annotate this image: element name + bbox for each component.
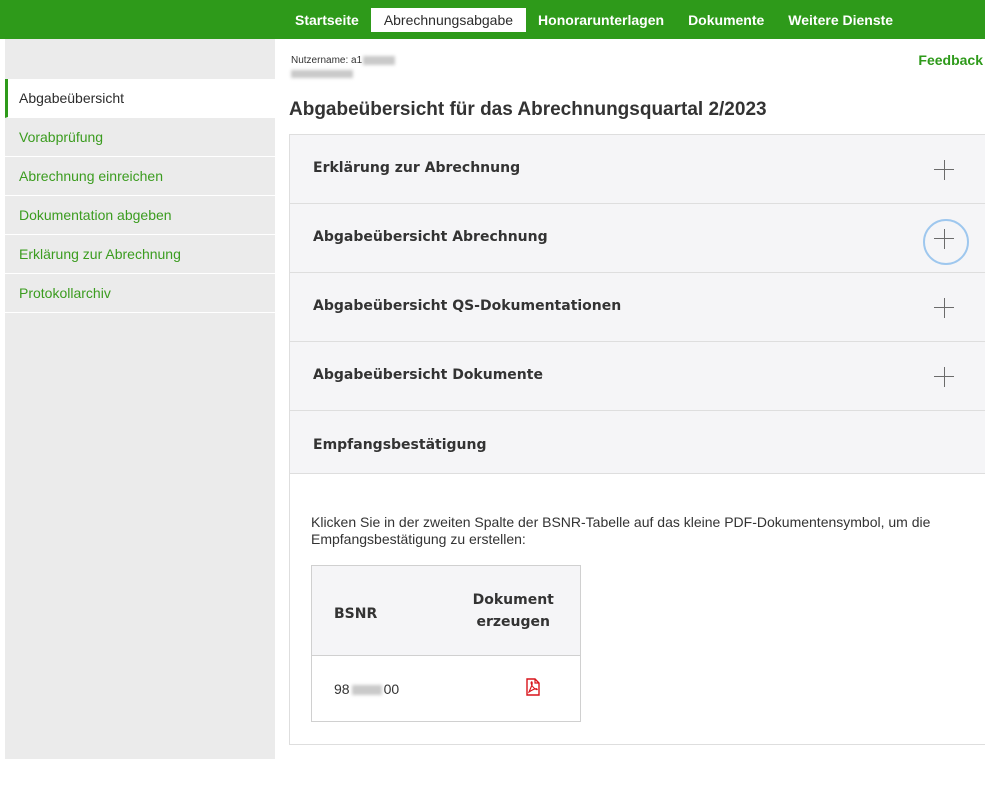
main-nav: Startseite Abrechnungsabgabe Honorarunte… [283, 8, 905, 32]
plus-icon[interactable] [934, 159, 956, 181]
table-row: 98 00 [312, 656, 581, 722]
sidebar-item-dokumentation-abgeben[interactable]: Dokumentation abgeben [5, 196, 275, 235]
column-header-dokument: Dokument erzeugen [446, 565, 581, 656]
nav-startseite[interactable]: Startseite [283, 8, 371, 32]
accordion-panel-dokumente[interactable]: Abgabeübersicht Dokumente [289, 341, 985, 410]
username-text: Nutzername: a1 [291, 55, 363, 66]
page-root: Startseite Abrechnungsabgabe Honorarunte… [0, 0, 985, 785]
accordion-panel-title: Abgabeübersicht Abrechnung [313, 229, 548, 245]
sidebar-menu: Abgabeübersicht Vorabprüfung Abrechnung … [5, 79, 275, 313]
nav-honorarunterlagen[interactable]: Honorarunterlagen [526, 8, 676, 32]
document-cell [447, 656, 581, 722]
sidebar-item-abgabeuebersicht[interactable]: Abgabeübersicht [5, 79, 275, 118]
accordion-panel-title: Abgabeübersicht QS-Dokumentationen [313, 298, 622, 314]
accordion-panel-title: Erklärung zur Abrechnung [313, 160, 521, 176]
username-label: Nutzername: a1 [291, 55, 396, 80]
sidebar-item-erklaerung[interactable]: Erklärung zur Abrechnung [5, 235, 275, 274]
accordion-panel-erklaerung[interactable]: Erklärung zur Abrechnung [289, 134, 985, 203]
accordion-panel-abrechnung[interactable]: Abgabeübersicht Abrechnung [289, 203, 985, 272]
page-title: Abgabeübersicht für das Abrechnungsquart… [289, 99, 767, 120]
feedback-link[interactable]: Feedback [918, 52, 983, 68]
nav-abrechnungsabgabe[interactable]: Abrechnungsabgabe [370, 8, 527, 32]
pdf-icon[interactable] [525, 678, 541, 696]
nav-weitere-dienste[interactable]: Weitere Dienste [776, 8, 905, 32]
instruction-text: Klicken Sie in der zweiten Spalte der BS… [311, 514, 931, 547]
plus-icon[interactable] [934, 297, 956, 319]
sidebar: Abgabeübersicht Vorabprüfung Abrechnung … [5, 39, 275, 759]
redacted-user-detail [291, 70, 353, 79]
bsnr-suffix: 00 [383, 680, 400, 697]
plus-icon[interactable] [934, 366, 956, 388]
nav-dokumente[interactable]: Dokumente [676, 8, 776, 32]
plus-icon[interactable] [934, 228, 956, 250]
bsnr-prefix: 98 [334, 680, 350, 697]
bsnr-table: BSNR Dokument erzeugen 98 00 [311, 565, 581, 722]
pdf-icon-graphic [526, 678, 540, 696]
accordion-panel-title: Empfangsbestätigung [313, 437, 487, 453]
redacted-bsnr [351, 684, 382, 695]
table-header-row: BSNR Dokument erzeugen [311, 565, 581, 656]
column-header-bsnr: BSNR [311, 565, 447, 656]
accordion-panel-empfangsbestaetigung[interactable]: Empfangsbestätigung [289, 410, 985, 474]
accordion-panel-qs-dokumentationen[interactable]: Abgabeübersicht QS-Dokumentationen [289, 272, 985, 341]
bsnr-cell: 98 00 [312, 656, 447, 722]
accordion: Erklärung zur Abrechnung Abgabeübersicht… [289, 134, 985, 745]
sidebar-item-abrechnung-einreichen[interactable]: Abrechnung einreichen [5, 157, 275, 196]
accordion-panel-body: Klicken Sie in der zweiten Spalte der BS… [289, 474, 985, 745]
redacted-username [363, 55, 396, 65]
accordion-panel-title: Abgabeübersicht Dokumente [313, 367, 543, 383]
sidebar-item-vorabpruefung[interactable]: Vorabprüfung [5, 118, 275, 157]
sidebar-item-protokollarchiv[interactable]: Protokollarchiv [5, 274, 275, 313]
top-navigation-bar: Startseite Abrechnungsabgabe Honorarunte… [0, 0, 985, 39]
